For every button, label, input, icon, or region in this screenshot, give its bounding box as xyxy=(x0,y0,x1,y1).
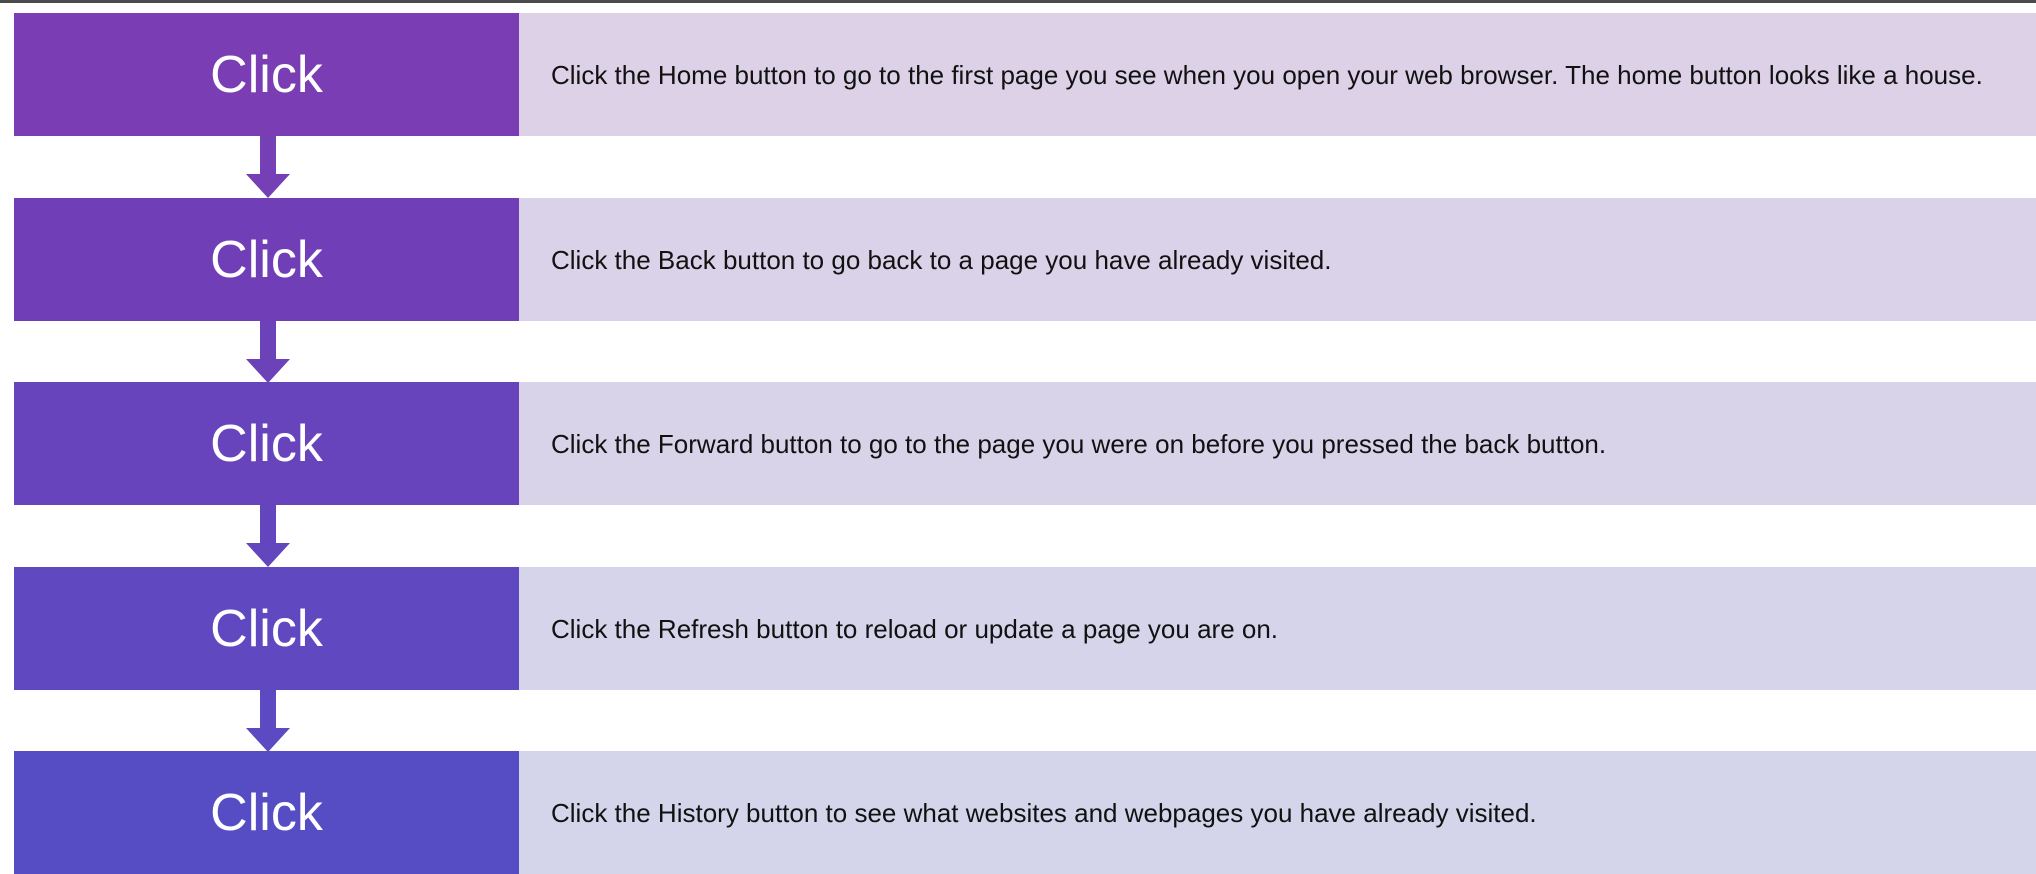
process-diagram: Click Click the Home button to go to the… xyxy=(0,0,2036,874)
step-description-box: Click the Back button to go back to a pa… xyxy=(519,198,2036,321)
step-description: Click the History button to see what web… xyxy=(551,797,1537,828)
step-description-box: Click the Forward button to go to the pa… xyxy=(519,382,2036,505)
step-label-box: Click xyxy=(14,567,519,690)
down-arrow-icon xyxy=(246,136,290,198)
step-label-box: Click xyxy=(14,751,519,874)
step-description-box: Click the Refresh button to reload or up… xyxy=(519,567,2036,690)
step-description-box: Click the Home button to go to the first… xyxy=(519,13,2036,136)
step-label-box: Click xyxy=(14,382,519,505)
step-home: Click Click the Home button to go to the… xyxy=(14,13,2036,136)
step-description-box: Click the History button to see what web… xyxy=(519,751,2036,874)
step-refresh: Click Click the Refresh button to reload… xyxy=(14,567,2036,690)
arrow-head xyxy=(246,728,290,752)
arrow-head xyxy=(246,543,290,567)
step-label: Click xyxy=(210,599,323,658)
step-description: Click the Home button to go to the first… xyxy=(551,59,1983,90)
step-label: Click xyxy=(210,45,323,104)
step-description: Click the Refresh button to reload or up… xyxy=(551,613,1279,644)
step-label: Click xyxy=(210,230,323,289)
step-description: Click the Back button to go back to a pa… xyxy=(551,244,1332,275)
arrow-shaft xyxy=(260,136,276,176)
step-forward: Click Click the Forward button to go to … xyxy=(14,382,2036,505)
step-label: Click xyxy=(210,414,323,473)
arrow-shaft xyxy=(260,505,276,545)
step-description: Click the Forward button to go to the pa… xyxy=(551,428,1607,459)
arrow-head xyxy=(246,359,290,383)
arrow-shaft xyxy=(260,690,276,730)
step-history: Click Click the History button to see wh… xyxy=(14,751,2036,874)
step-label-box: Click xyxy=(14,13,519,136)
arrow-head xyxy=(246,174,290,198)
arrow-shaft xyxy=(260,321,276,361)
down-arrow-icon xyxy=(246,690,290,752)
down-arrow-icon xyxy=(246,321,290,383)
step-label: Click xyxy=(210,783,323,842)
step-label-box: Click xyxy=(14,198,519,321)
down-arrow-icon xyxy=(246,505,290,567)
step-back: Click Click the Back button to go back t… xyxy=(14,198,2036,321)
